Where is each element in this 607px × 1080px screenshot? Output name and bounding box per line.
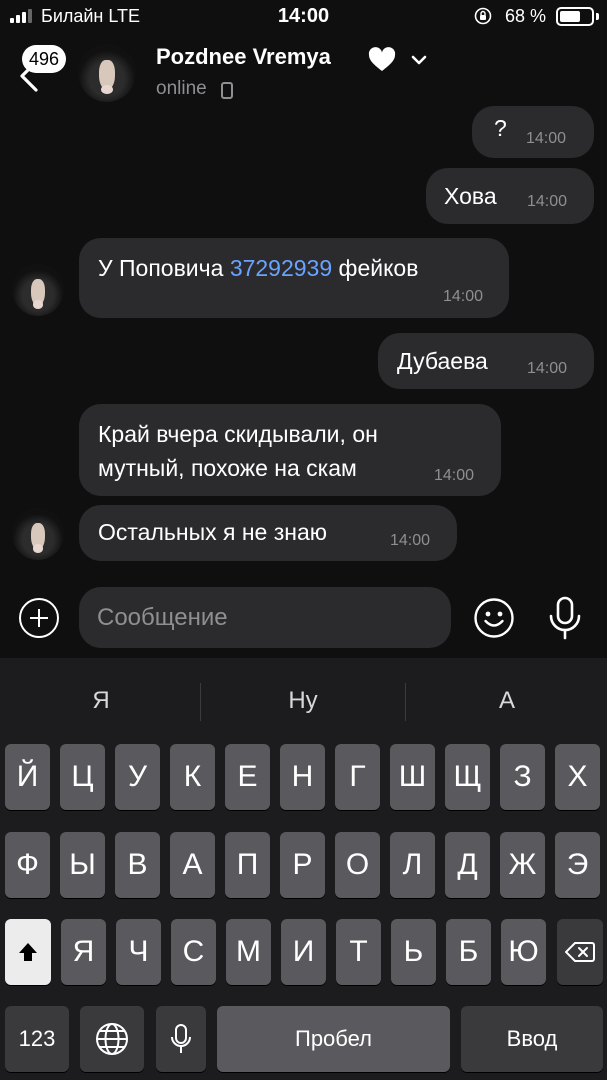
message-text: У Поповича 37292939 фейков (98, 255, 419, 281)
battery-percent: 68 % (505, 6, 547, 26)
message-time: 14:00 (443, 288, 484, 305)
chevron-down-icon[interactable] (408, 50, 430, 70)
key-Э[interactable]: Э (555, 832, 600, 898)
key-З[interactable]: З (500, 744, 545, 810)
numbers-key[interactable]: 123 (5, 1006, 69, 1072)
suggestion-1[interactable]: Я (0, 658, 202, 744)
globe-key[interactable] (80, 1006, 144, 1072)
key-И[interactable]: И (281, 919, 326, 985)
keyboard: Я Ну А Й Ц У К Е Н Г Ш Щ З Х Ф Ы В А П Р О Л Д Ж Э Я Ч С М И Т Ь Б Ю 12… (0, 658, 607, 1080)
message-bubble-incoming[interactable]: Остальных я не знаю 14:00 (79, 505, 457, 561)
shift-arrow-icon (19, 943, 37, 961)
message-input[interactable] (97, 587, 427, 648)
key-Ц[interactable]: Ц (60, 744, 105, 810)
microphone-icon[interactable] (545, 595, 585, 641)
unread-count-badge[interactable]: 496 (22, 45, 66, 73)
suggestion-divider (200, 683, 201, 721)
message-time: 14:00 (527, 360, 568, 377)
key-Й[interactable]: Й (5, 744, 50, 810)
key-Н[interactable]: Н (280, 744, 325, 810)
key-Г[interactable]: Г (335, 744, 380, 810)
contact-name[interactable]: Pozdnee Vremya (156, 44, 331, 70)
key-Ь[interactable]: Ь (391, 919, 436, 985)
key-Л[interactable]: Л (390, 832, 435, 898)
message-time: 14:00 (527, 193, 568, 210)
key-Р[interactable]: Р (280, 832, 325, 898)
key-У[interactable]: У (115, 744, 160, 810)
mobile-device-icon (221, 82, 233, 99)
key-П[interactable]: П (225, 832, 270, 898)
message-text: Дубаева (397, 348, 488, 374)
contact-avatar[interactable] (78, 44, 136, 102)
key-Ж[interactable]: Ж (500, 832, 545, 898)
backspace-key[interactable] (557, 919, 603, 985)
contact-status: online (156, 78, 207, 99)
message-text: ? (494, 115, 507, 141)
key-А[interactable]: А (170, 832, 215, 898)
message-bubble-outgoing[interactable]: Дубаева 14:00 (378, 333, 594, 389)
backspace-icon (565, 942, 595, 962)
globe-icon (96, 1023, 128, 1055)
message-text: Хова (444, 183, 497, 209)
key-Ы[interactable]: Ы (60, 832, 105, 898)
key-Ю[interactable]: Ю (501, 919, 546, 985)
suggestion-3[interactable]: А (406, 658, 607, 744)
sender-avatar[interactable] (12, 508, 64, 560)
key-К[interactable]: К (170, 744, 215, 810)
shift-key[interactable] (5, 919, 51, 985)
battery-icon (556, 7, 594, 26)
message-text: Остальных я не знаю (98, 519, 328, 545)
key-Ф[interactable]: Ф (5, 832, 50, 898)
key-Ч[interactable]: Ч (116, 919, 161, 985)
orientation-lock-icon (474, 7, 492, 25)
key-Е[interactable]: Е (225, 744, 270, 810)
key-В[interactable]: В (115, 832, 160, 898)
microphone-icon (171, 1024, 191, 1053)
message-time: 14:00 (390, 532, 431, 549)
key-Т[interactable]: Т (336, 919, 381, 985)
message-time: 14:00 (526, 130, 567, 147)
key-С[interactable]: С (171, 919, 216, 985)
sender-avatar[interactable] (12, 264, 64, 316)
message-bubble-incoming[interactable]: Край вчера скидывали, он мутный, похоже … (79, 404, 501, 496)
phone-number-link[interactable]: 37292939 (230, 255, 332, 281)
suggestion-2[interactable]: Ну (202, 658, 404, 744)
message-input-container[interactable] (79, 587, 451, 648)
key-М[interactable]: М (226, 919, 271, 985)
emoji-icon[interactable] (473, 597, 515, 639)
status-bar: Билайн LTE 14:00 68 % (0, 0, 607, 36)
space-key[interactable]: Пробел (217, 1006, 450, 1072)
message-bubble-outgoing[interactable]: ? 14:00 (472, 106, 594, 158)
battery-cap (596, 13, 599, 20)
heart-icon (368, 47, 396, 71)
key-Д[interactable]: Д (445, 832, 490, 898)
key-О[interactable]: О (335, 832, 380, 898)
key-Б[interactable]: Б (446, 919, 491, 985)
message-bubble-incoming[interactable]: У Поповича 37292939 фейков 14:00 (79, 238, 509, 318)
key-Я[interactable]: Я (61, 919, 106, 985)
return-key[interactable]: Ввод (461, 1006, 603, 1072)
message-bubble-outgoing[interactable]: Хова 14:00 (426, 168, 594, 224)
key-Ш[interactable]: Ш (390, 744, 435, 810)
key-Х[interactable]: Х (555, 744, 600, 810)
message-text-line: мутный, похоже на скам (98, 455, 357, 481)
key-Щ[interactable]: Щ (445, 744, 490, 810)
message-time: 14:00 (434, 467, 475, 484)
attach-plus-icon[interactable] (19, 598, 59, 638)
dictation-key[interactable] (156, 1006, 206, 1072)
